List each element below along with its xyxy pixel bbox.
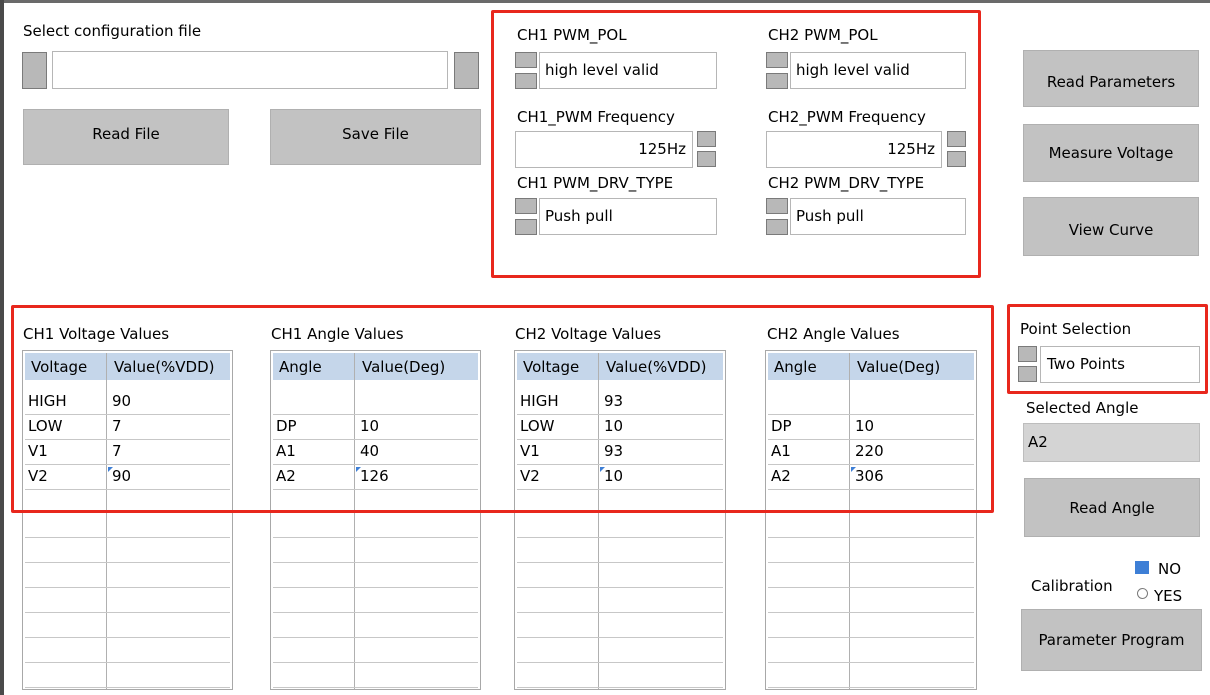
calibration-yes-radio[interactable]: [1137, 588, 1148, 599]
row-separator: [273, 687, 478, 688]
row-separator: [517, 662, 723, 663]
read-file-button[interactable]: Read File: [23, 109, 229, 165]
config-path-input[interactable]: [52, 51, 448, 89]
read-parameters-button[interactable]: Read Parameters: [1023, 50, 1199, 107]
select-config-label: Select configuration file: [23, 22, 202, 40]
row-separator: [25, 612, 230, 613]
row-separator: [273, 562, 478, 563]
row-separator: [273, 612, 478, 613]
row-separator: [517, 562, 723, 563]
config-left-button[interactable]: [22, 52, 47, 89]
row-separator: [768, 612, 974, 613]
save-file-button[interactable]: Save File: [270, 109, 481, 165]
row-separator: [768, 537, 974, 538]
row-separator: [517, 687, 723, 688]
calibration-no-checkbox[interactable]: [1135, 561, 1149, 574]
row-separator: [517, 537, 723, 538]
calibration-yes-label: YES: [1154, 587, 1183, 605]
parameter-program-button[interactable]: Parameter Program: [1021, 609, 1202, 671]
row-separator: [768, 687, 974, 688]
row-separator: [273, 587, 478, 588]
measure-voltage-button[interactable]: Measure Voltage: [1023, 124, 1199, 182]
view-curve-button[interactable]: View Curve: [1023, 197, 1199, 256]
row-separator: [25, 637, 230, 638]
point-selection-highlight-box: [1007, 304, 1208, 394]
row-separator: [768, 587, 974, 588]
row-separator: [273, 662, 478, 663]
row-separator: [25, 587, 230, 588]
row-separator: [768, 637, 974, 638]
row-separator: [25, 537, 230, 538]
row-separator: [273, 537, 478, 538]
selected-angle-label: Selected Angle: [1026, 399, 1139, 417]
row-separator: [768, 662, 974, 663]
tables-highlight-box: [11, 305, 994, 513]
row-separator: [25, 687, 230, 688]
pwm-highlight-box: [491, 10, 981, 278]
window-top-border: [0, 0, 1210, 3]
row-separator: [517, 637, 723, 638]
browse-file-button[interactable]: [454, 52, 479, 89]
row-separator: [273, 637, 478, 638]
row-separator: [517, 587, 723, 588]
calibration-label: Calibration: [1031, 577, 1113, 595]
window-left-border: [0, 0, 4, 695]
row-separator: [25, 562, 230, 563]
read-angle-button[interactable]: Read Angle: [1024, 478, 1200, 537]
row-separator: [768, 562, 974, 563]
calibration-no-label: NO: [1158, 560, 1182, 578]
row-separator: [25, 662, 230, 663]
row-separator: [517, 612, 723, 613]
selected-angle-field: A2: [1023, 423, 1200, 462]
